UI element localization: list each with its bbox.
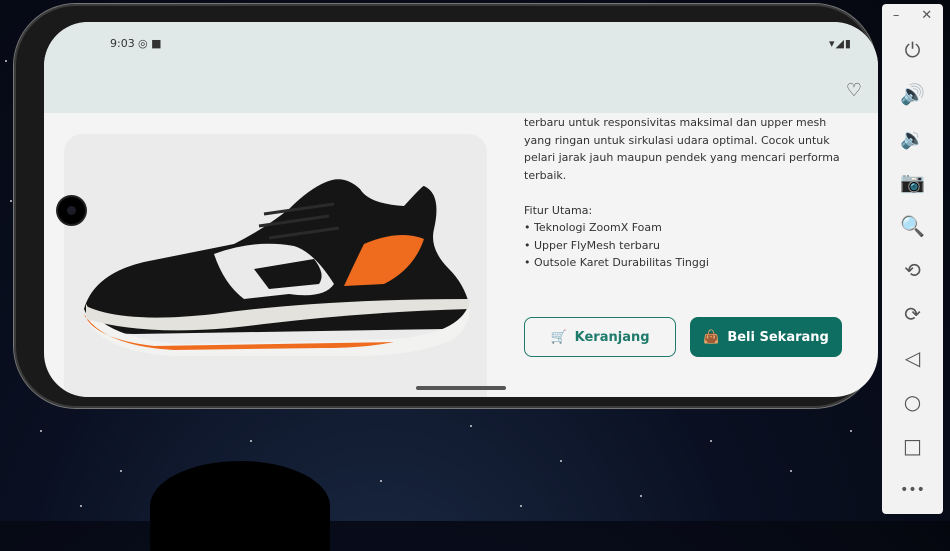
add-to-cart-button[interactable]: 🛒 Keranjang bbox=[524, 317, 676, 357]
power-icon[interactable]: ⏻ bbox=[882, 38, 943, 62]
overview-icon[interactable]: □ bbox=[882, 434, 943, 458]
shopping-bag-icon: 👜 bbox=[703, 329, 720, 345]
more-icon[interactable]: ••• bbox=[882, 478, 943, 502]
buy-now-button[interactable]: 👜 Beli Sekarang bbox=[690, 317, 842, 357]
product-image-card bbox=[64, 134, 487, 397]
camera-icon[interactable]: 📷 bbox=[882, 170, 943, 194]
volume-up-icon[interactable]: 🔊 bbox=[882, 82, 943, 106]
status-notification-icons: ◎ ■ bbox=[138, 37, 162, 50]
home-icon[interactable]: ○ bbox=[882, 390, 943, 414]
heart-icon[interactable]: ♡ bbox=[846, 80, 862, 101]
phone-frame: 9:03 ◎ ■ ▾◢▮ ♡ terbaru untuk responsivit… bbox=[14, 4, 878, 408]
close-icon[interactable]: ✕ bbox=[921, 8, 932, 23]
top-app-bar: 9:03 ◎ ■ ▾◢▮ ♡ bbox=[44, 22, 878, 113]
cart-button-label: Keranjang bbox=[574, 329, 650, 345]
cart-icon: 🛒 bbox=[550, 329, 567, 345]
rotate-right-icon[interactable]: ⟳ bbox=[882, 302, 943, 326]
app-screen: 9:03 ◎ ■ ▾◢▮ ♡ terbaru untuk responsivit… bbox=[44, 22, 878, 397]
emulator-toolbar: – ✕ ⏻ 🔊 🔉 📷 🔍 ⟲ ⟳ ◁ ○ □ ••• bbox=[882, 4, 943, 514]
back-icon[interactable]: ◁ bbox=[882, 346, 943, 370]
status-signal-icons: ▾◢▮ bbox=[828, 37, 852, 50]
minimize-icon[interactable]: – bbox=[893, 8, 900, 23]
product-description: terbaru untuk responsivitas maksimal dan… bbox=[524, 116, 840, 269]
buy-button-label: Beli Sekarang bbox=[727, 329, 829, 345]
shoe-image bbox=[84, 179, 470, 356]
front-camera bbox=[58, 197, 85, 224]
gesture-home-bar[interactable] bbox=[416, 386, 506, 390]
volume-down-icon[interactable]: 🔉 bbox=[882, 126, 943, 150]
status-time: 9:03 bbox=[110, 37, 135, 50]
zoom-icon[interactable]: 🔍 bbox=[882, 214, 943, 238]
rotate-left-icon[interactable]: ⟲ bbox=[882, 258, 943, 282]
